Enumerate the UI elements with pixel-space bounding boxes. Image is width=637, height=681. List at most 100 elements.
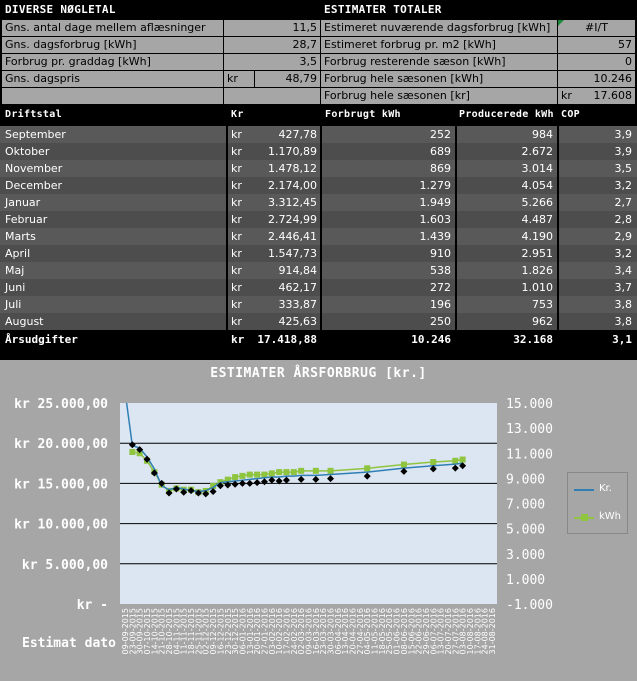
key-value: 48,79 [255, 71, 320, 87]
legend-kwh-marker [581, 514, 588, 521]
table-cell-month: Maj [5, 263, 25, 277]
table-cell-cop: 3,2 [614, 178, 633, 192]
table-cell-cop: 3,5 [614, 161, 633, 175]
chart-legend: Kr. kWh [567, 472, 628, 534]
total-cell-prod: 32.168 [456, 332, 556, 348]
kwh-marker [452, 457, 459, 464]
estimate-value: #I/T [558, 20, 635, 36]
kwh-marker [400, 461, 407, 468]
estimate-label: Estimeret nuværende dagsforbrug [kWh] [321, 20, 557, 36]
y-tick-right: 1.000 [506, 573, 545, 588]
total-cell-unit: kr [228, 332, 252, 348]
key-value: 3,5 [224, 54, 320, 70]
table-cell-kr: 425,63 [278, 314, 318, 328]
empty-cell [224, 88, 320, 104]
table-cell-kr: 2.446,41 [268, 229, 317, 243]
table-cell-kwh: 869 [430, 161, 451, 175]
chart-svg: kr 25.000,00 kr 20.000,00 kr 15.000,00 kr 1… [14, 397, 553, 655]
table-cell-cop: 3,9 [614, 127, 633, 141]
table-cell-cop: 3,4 [614, 263, 633, 277]
table-cell-unit: kr [231, 297, 242, 311]
table-cell-kwh: 196 [430, 297, 451, 311]
kwh-marker [261, 471, 268, 478]
table-cell-cop: 3,2 [614, 246, 633, 260]
table-cell-kr: 1.170,89 [268, 144, 317, 158]
table-cell-month: Oktober [5, 144, 50, 158]
table-cell-month: August [5, 314, 44, 328]
column-divider [226, 105, 228, 357]
key-label: Forbrug pr. graddag [kWh] [2, 54, 223, 70]
estimate-value: 17.608 [580, 88, 635, 104]
y-tick-left: kr 5.000,00 [22, 558, 108, 573]
table-cell-kwh: 1.279 [419, 178, 452, 192]
legend-kr-swatch [574, 489, 594, 491]
table-cell-month: September [5, 127, 66, 141]
table-cell-kr: 2.174,00 [268, 178, 317, 192]
error-indicator-icon [558, 20, 564, 26]
table-cell-kwh: 1.603 [419, 212, 452, 226]
column-divider [320, 105, 322, 357]
table-cell-kwh: 689 [430, 144, 451, 158]
table-cell-month: December [5, 178, 63, 192]
plot-area [120, 403, 497, 604]
legend-kwh-label: kWh [599, 511, 622, 522]
table-cell-prod: 962 [532, 314, 553, 328]
table-cell-unit: kr [231, 229, 242, 243]
table-cell-kr: 462,17 [278, 280, 318, 294]
estimate-label: Forbrug hele sæsonen [kr] [321, 88, 557, 104]
y-tick-right: 15.000 [506, 397, 553, 412]
table-cell-kr: 3.312,45 [268, 195, 317, 209]
table-cell-unit: kr [231, 314, 242, 328]
y-tick-right: 5.000 [506, 523, 545, 538]
column-divider [557, 105, 559, 357]
estimate-value: 10.246 [558, 71, 635, 87]
y-tick-right: 13.000 [506, 422, 553, 437]
kwh-marker [276, 469, 283, 476]
table-cell-prod: 2.951 [521, 246, 554, 260]
kwh-marker [232, 474, 239, 481]
kwh-marker [246, 471, 253, 478]
table-cell-kwh: 250 [430, 314, 451, 328]
y-tick-right: 9.000 [506, 472, 545, 487]
chart-panel: ESTIMATER ÅRSFORBRUG [kr.] kr 25.000,00 k… [0, 360, 637, 681]
legend-kr-label: Kr. [599, 483, 612, 494]
y-tick-right: 3.000 [506, 548, 545, 563]
table-cell-kr: 1.478,12 [268, 161, 317, 175]
estimate-label: Forbrug hele sæsonen [kWh] [321, 71, 557, 87]
total-cell-kr: 17.418,88 [252, 332, 320, 348]
table-cell-kr: 914,84 [278, 263, 318, 277]
empty-cell [2, 88, 223, 104]
column-header: Kr [231, 109, 244, 120]
table-cell-prod: 4.054 [521, 178, 554, 192]
table-cell-kwh: 538 [430, 263, 451, 277]
kwh-marker [283, 469, 290, 476]
table-cell-kr: 1.547,73 [268, 246, 317, 260]
table-cell-cop: 2,7 [614, 195, 633, 209]
table-cell-unit: kr [231, 161, 242, 175]
table-cell-kwh: 910 [430, 246, 451, 260]
table-cell-kwh: 272 [430, 280, 451, 294]
kwh-marker [290, 469, 297, 476]
right-section-header: ESTIMATER TOTALER [321, 2, 635, 18]
table-cell-cop: 3,7 [614, 280, 633, 294]
table-cell-month: April [5, 246, 31, 260]
y-tick-left: kr 20.000,00 [14, 437, 108, 452]
table-cell-kr: 427,78 [278, 127, 318, 141]
key-label: Gns. dagsforbrug [kWh] [2, 37, 223, 53]
table-cell-month: Juli [5, 297, 22, 311]
table-cell-unit: kr [231, 144, 242, 158]
column-divider [455, 105, 457, 357]
estimate-value: 0 [558, 54, 635, 70]
table-cell-month: Juni [5, 280, 26, 294]
table-cell-month: Januar [5, 195, 41, 209]
table-cell-cop: 3,9 [614, 144, 633, 158]
table-cell-kr: 2.724,99 [268, 212, 317, 226]
kwh-marker [459, 456, 466, 463]
table-cell-cop: 2,8 [614, 212, 633, 226]
column-header: Forbrugt kWh [325, 109, 401, 120]
table-cell-prod: 1.826 [521, 263, 554, 277]
column-header: COP [561, 109, 580, 120]
y-tick-left: kr - [77, 598, 108, 613]
kwh-marker [268, 470, 275, 477]
table-cell-prod: 753 [532, 297, 553, 311]
